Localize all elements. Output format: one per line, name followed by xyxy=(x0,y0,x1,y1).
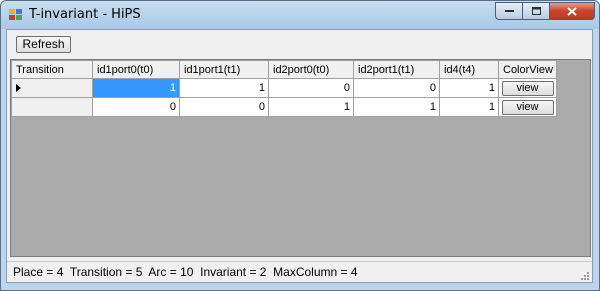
close-button[interactable] xyxy=(549,2,595,20)
table-cell[interactable]: 1 xyxy=(439,97,499,117)
column-header-transition[interactable]: Transition xyxy=(11,60,93,79)
column-header-id2port1[interactable]: id2port1(t1) xyxy=(353,60,440,79)
table-cell[interactable]: 0 xyxy=(92,97,180,117)
table-cell[interactable]: 1 xyxy=(439,78,499,98)
table-cell[interactable]: 1 xyxy=(353,97,440,117)
table-cell[interactable]: 0 xyxy=(179,97,269,117)
status-bar: Place = 4 Transition = 5 Arc = 10 Invari… xyxy=(7,261,592,283)
column-header-id4[interactable]: id4(t4) xyxy=(439,60,499,79)
colorview-cell: view xyxy=(498,97,557,117)
colorview-cell: view xyxy=(498,78,557,98)
view-button[interactable]: view xyxy=(501,99,554,115)
app-window: T-invariant - HiPS Refresh Transition id… xyxy=(0,0,600,291)
resize-grip-icon[interactable] xyxy=(579,270,589,280)
app-icon xyxy=(9,9,22,20)
header-row: Transition id1port0(t0) id1port1(t1) id2… xyxy=(11,60,557,79)
minimize-button[interactable] xyxy=(495,2,522,20)
window-controls xyxy=(495,2,595,20)
row-header[interactable] xyxy=(11,97,93,117)
client-area: Refresh Transition id1port0(t0) id1port1… xyxy=(6,29,593,283)
maximize-button[interactable] xyxy=(522,2,549,20)
table-cell[interactable]: 1 xyxy=(92,78,180,98)
column-header-colorview[interactable]: ColorView xyxy=(498,60,557,79)
table-cell[interactable]: 1 xyxy=(179,78,269,98)
table-row: 0 0 1 1 1 view xyxy=(11,97,557,117)
refresh-button[interactable]: Refresh xyxy=(16,36,71,53)
row-header[interactable] xyxy=(11,78,93,98)
minimize-icon xyxy=(504,10,514,12)
table-row: 1 1 0 0 1 view xyxy=(11,78,557,98)
view-button[interactable]: view xyxy=(501,80,554,96)
table-cell[interactable]: 1 xyxy=(268,97,354,117)
maximize-icon xyxy=(531,7,541,15)
invariant-table: Transition id1port0(t0) id1port1(t1) id2… xyxy=(11,60,557,117)
status-text: Place = 4 Transition = 5 Arc = 10 Invari… xyxy=(13,265,358,279)
current-row-arrow-icon xyxy=(16,84,21,93)
title-bar[interactable]: T-invariant - HiPS xyxy=(1,1,599,29)
close-icon xyxy=(567,6,577,16)
window-title: T-invariant - HiPS xyxy=(29,7,141,22)
column-header-id2port0[interactable]: id2port0(t0) xyxy=(268,60,354,79)
table-cell[interactable]: 0 xyxy=(268,78,354,98)
invariant-grid[interactable]: Transition id1port0(t0) id1port1(t1) id2… xyxy=(10,59,591,257)
column-header-id1port1[interactable]: id1port1(t1) xyxy=(179,60,269,79)
column-header-id1port0[interactable]: id1port0(t0) xyxy=(92,60,180,79)
table-cell[interactable]: 0 xyxy=(353,78,440,98)
